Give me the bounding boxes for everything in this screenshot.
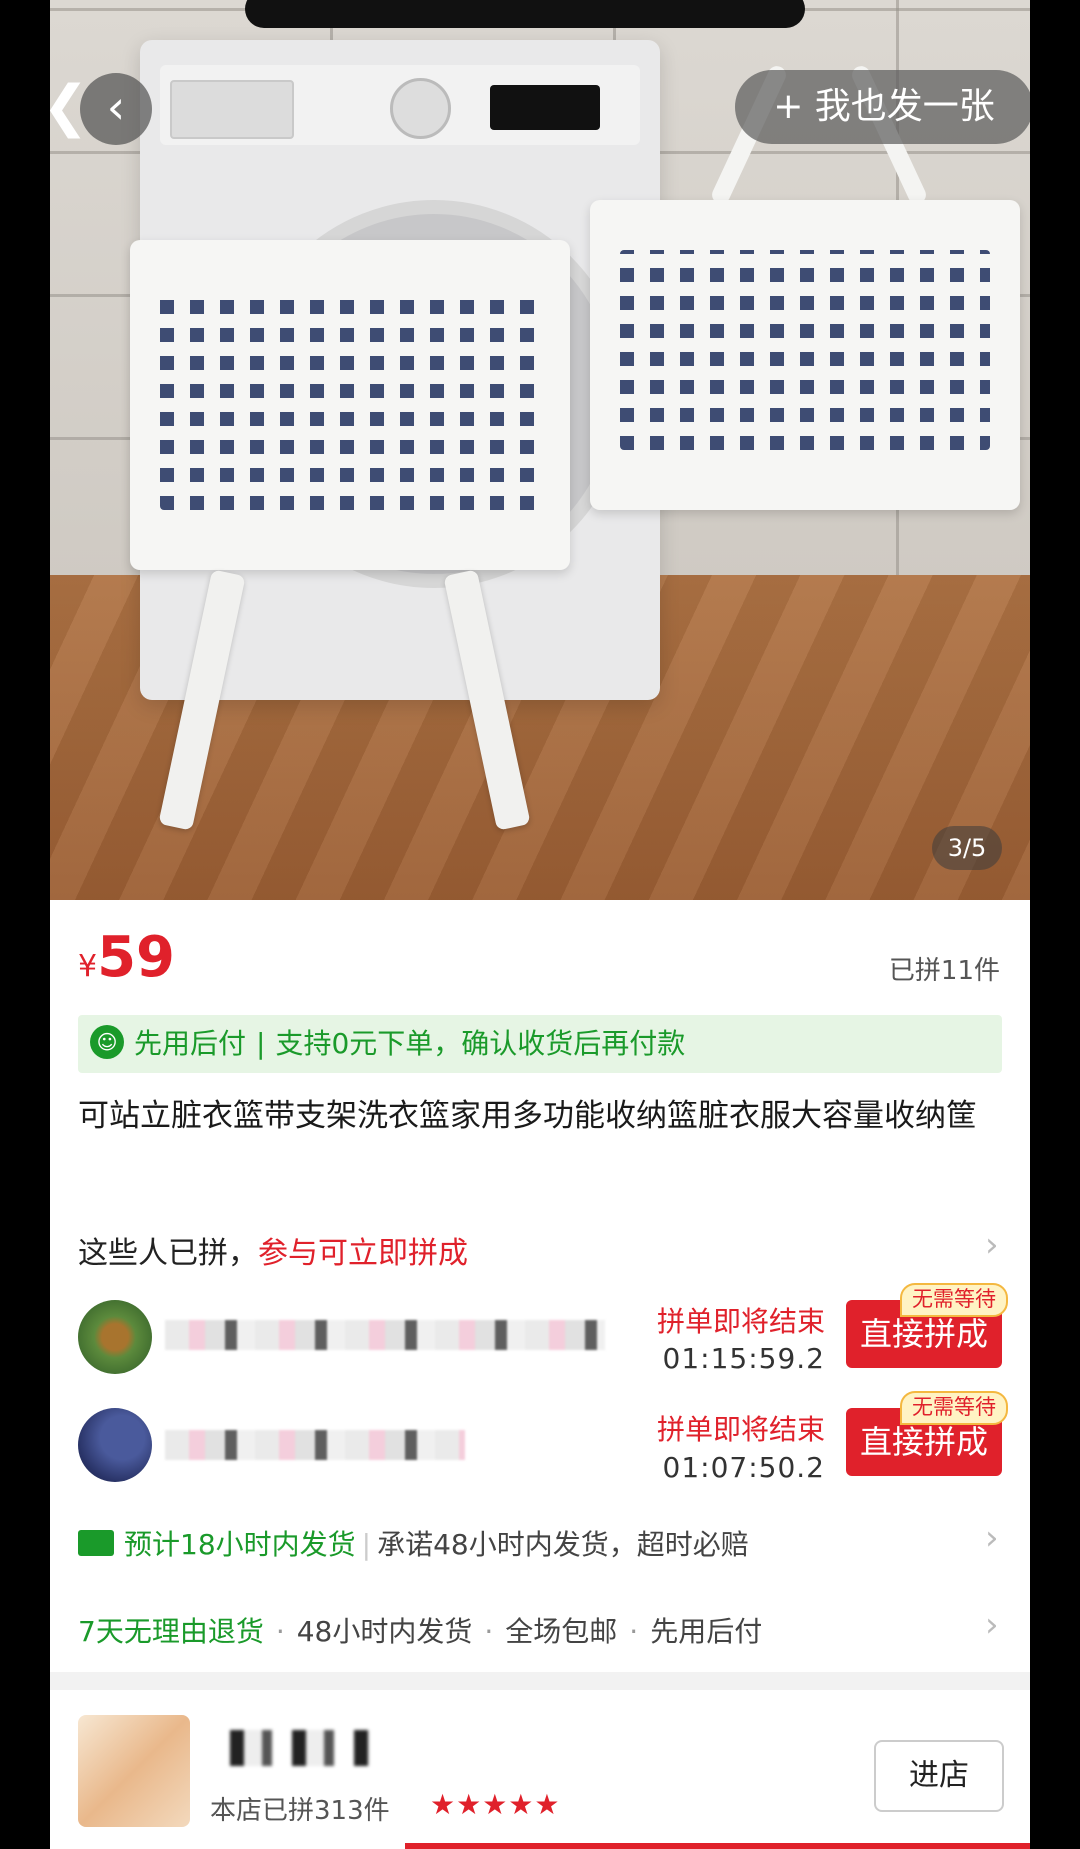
back-button[interactable]: ‹ xyxy=(80,73,152,145)
back-icon: ‹ xyxy=(106,80,126,134)
post-photo-button[interactable]: + 我也发一张 xyxy=(735,70,1030,144)
pay-later-desc: 支持0元下单，确认收货后再付款 xyxy=(275,1027,686,1060)
shipping-promise: 承诺48小时内发货，超时必赔 xyxy=(377,1528,749,1561)
service-item: 全场包邮 xyxy=(505,1615,618,1648)
shipping-info[interactable]: 预计18小时内发货 | 承诺48小时内发货，超时必赔 xyxy=(78,1523,749,1563)
pay-later-banner[interactable]: ☺ 先用后付 | 支持0元下单，确认收货后再付款 xyxy=(78,1015,1002,1073)
price: ¥59 xyxy=(78,925,175,990)
price-value: 59 xyxy=(97,925,176,990)
group-buy-heading-text: 这些人已拼， xyxy=(78,1236,258,1271)
group-timer: 01:15:59.2 xyxy=(662,1342,825,1375)
group-ending-label: 拼单即将结束 xyxy=(656,1305,825,1338)
product-page: ❮ ‹ + 我也发一张 3/5 ¥59 已拼11件 ☺ 先用后付 | 支持0元下单，确… xyxy=(50,0,1030,1849)
group-buy-heading-highlight: 参与可立即拼成 xyxy=(258,1236,468,1271)
shop-rating-stars: ★★★★★ xyxy=(430,1788,561,1821)
shop-logo[interactable] xyxy=(78,1715,190,1827)
user-name-blurred xyxy=(165,1430,465,1460)
product-title: 可站立脏衣篮带支架洗衣篮家用多功能收纳篮脏衣服大容量收纳筐 xyxy=(78,1098,977,1134)
avatar xyxy=(78,1408,152,1482)
group-timer: 01:07:50.2 xyxy=(662,1451,825,1484)
shop-sales-count: 本店已拼313件 xyxy=(210,1796,390,1826)
avatar xyxy=(78,1300,152,1374)
service-item: 48小时内发货 xyxy=(296,1615,473,1648)
status-bar-island xyxy=(245,0,805,28)
shop-name-blurred xyxy=(210,1730,370,1766)
no-wait-tag: 无需等待 xyxy=(900,1283,1008,1317)
group-ending-label: 拼单即将结束 xyxy=(656,1413,825,1446)
no-wait-tag: 无需等待 xyxy=(900,1391,1008,1425)
service-item: 先用后付 xyxy=(650,1615,763,1648)
standing-basket xyxy=(130,240,570,570)
pay-later-separator: | xyxy=(256,1027,266,1060)
service-guarantees[interactable]: 7天无理由退货 · 48小时内发货 · 全场包邮 · 先用后付 xyxy=(78,1610,762,1650)
basket-holes xyxy=(620,250,990,450)
service-dot: · xyxy=(484,1615,494,1648)
washer-drawer xyxy=(170,80,294,139)
sold-count: 已拼11件 xyxy=(888,956,1000,986)
shipping-estimate: 预计18小时内发货 xyxy=(124,1528,356,1561)
chevron-right-icon[interactable]: › xyxy=(985,1605,999,1645)
section-divider xyxy=(50,1672,1030,1690)
basket-holes xyxy=(160,290,540,510)
chevron-right-icon[interactable]: › xyxy=(985,1518,999,1558)
user-name-blurred xyxy=(165,1320,605,1350)
service-item: 7天无理由退货 xyxy=(78,1615,264,1648)
product-image-carousel[interactable]: ❮ ‹ + 我也发一张 3/5 xyxy=(50,0,1030,900)
shipping-separator: | xyxy=(361,1528,372,1561)
service-dot: · xyxy=(629,1615,639,1648)
group-buy-heading[interactable]: 这些人已拼，参与可立即拼成 xyxy=(78,1228,468,1272)
hanging-basket xyxy=(590,200,1020,510)
image-counter: 3/5 xyxy=(932,826,1002,870)
right-black-border xyxy=(1030,0,1080,1849)
pay-later-label: 先用后付 xyxy=(134,1027,247,1060)
washer-knob xyxy=(390,78,451,139)
pay-later-icon: ☺ xyxy=(90,1025,124,1059)
enter-shop-button[interactable]: 进店 xyxy=(874,1740,1004,1812)
chevron-right-icon[interactable]: › xyxy=(985,1225,999,1265)
bottom-red-bar xyxy=(405,1843,1030,1849)
left-black-border xyxy=(0,0,50,1849)
washer-display xyxy=(490,85,600,130)
truck-icon xyxy=(78,1530,114,1556)
currency-symbol: ¥ xyxy=(78,949,98,984)
service-dot: · xyxy=(275,1615,285,1648)
